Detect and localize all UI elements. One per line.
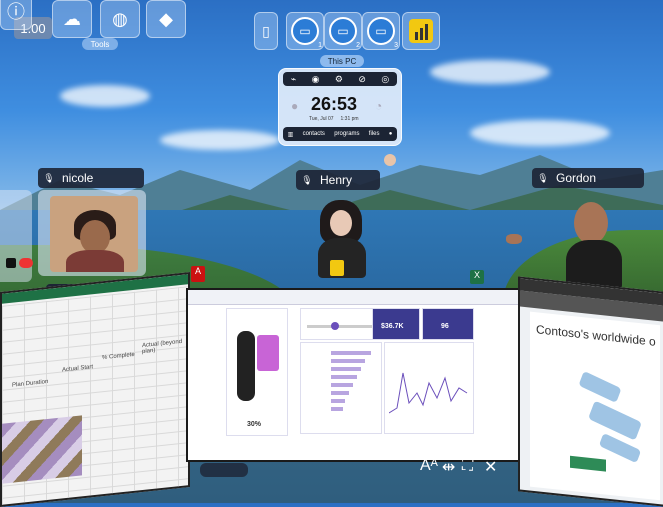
acrobat-icon[interactable]: A [191, 266, 205, 282]
avatar-silhouette-icon: ● [291, 99, 299, 113]
avatar-hand [384, 154, 396, 166]
powerpoint-window[interactable]: Contoso's worldwide o [518, 276, 663, 507]
excel-icon[interactable]: X [470, 270, 484, 284]
clock-panel: ⌁ ◉ ⚙ ⊘ ◎ ● 26:53 ◔ Tue, Jul 07 1:31 pm … [278, 68, 402, 146]
resize-horizontal-icon[interactable]: ⇹ [442, 457, 455, 477]
powerbi-titlebar [188, 290, 520, 305]
mic-icon: 🎙 [43, 172, 55, 183]
video-tile-nicole [38, 190, 146, 276]
launcher-bar: ▥ contacts programs files ● [283, 127, 397, 141]
product-image [237, 331, 255, 401]
cloud-icon[interactable]: ☁ [52, 0, 92, 38]
mic-icon: 🎙 [301, 174, 313, 185]
powerbi-icon[interactable] [330, 260, 344, 276]
product-image [257, 335, 279, 371]
kpi-card-revenue: $36.7K [372, 308, 420, 340]
powerbi-window[interactable]: 30% $36.7K 96 [186, 288, 522, 462]
monitor-icon: ▭ [291, 17, 319, 45]
mic-icon: 🎙 [537, 172, 549, 183]
toggle-icon[interactable] [19, 258, 33, 268]
basketball-icon[interactable]: ◍ [100, 0, 140, 38]
grid-icon[interactable]: ▥ [288, 131, 294, 138]
mic-off-icon[interactable]: ⊘ [358, 74, 366, 85]
cloud-shape [60, 85, 150, 107]
eye-off-icon[interactable]: ◎ [381, 74, 389, 85]
monitor-1-button[interactable]: ▭ 1 [286, 12, 324, 50]
line-chart-card [384, 342, 474, 434]
nametag-gordon: 🎙 Gordon [532, 168, 644, 188]
clock-date: Tue, Jul 07 1:31 pm [309, 116, 359, 122]
nametag-nicole: 🎙 nicole [38, 168, 144, 188]
tools-label[interactable]: Tools [82, 38, 118, 50]
gantt-bars [2, 415, 82, 484]
avatar-gordon-head [574, 202, 608, 244]
powerbi-button[interactable] [402, 12, 440, 50]
monitor-icon: ▭ [367, 17, 395, 45]
avatar-henry-face [330, 210, 352, 236]
profile-icon[interactable]: ● [389, 131, 393, 137]
slide: Contoso's worldwide o [530, 311, 660, 501]
kpi-card-count: 96 [422, 308, 474, 340]
avatar-hand [506, 234, 522, 244]
close-icon[interactable]: ✕ [484, 457, 497, 477]
vr-logo-icon[interactable]: ◆ [146, 0, 186, 38]
fullscreen-icon[interactable]: ⛶ [462, 457, 473, 475]
speaker-icon: ◔ [375, 99, 383, 113]
monitor-icon: ▭ [329, 17, 357, 45]
programs-button[interactable]: programs [334, 131, 359, 137]
wifi-off-icon[interactable]: ⌁ [291, 74, 296, 85]
files-button[interactable]: files [369, 131, 380, 137]
globe-icon[interactable]: ◉ [312, 74, 320, 85]
webcam-feed [50, 196, 138, 272]
info-icon[interactable]: ⓘ [0, 0, 32, 30]
slider-track[interactable] [307, 325, 377, 328]
this-pc-label: This PC [320, 55, 364, 67]
line-chart [389, 372, 468, 414]
call-controls [6, 258, 34, 270]
cloud-shape [430, 60, 550, 84]
excel-window[interactable]: Plan Duration Actual Start % Complete Ac… [0, 272, 190, 507]
monitor-2-button[interactable]: ▭ 2 [324, 12, 362, 50]
bar-list-card [300, 342, 382, 434]
quick-settings-bar: ⌁ ◉ ⚙ ⊘ ◎ [283, 72, 397, 86]
text-size-icon[interactable]: Aᴬ [420, 457, 438, 475]
slider-thumb[interactable] [331, 322, 339, 330]
clock-time: 26:53 [311, 94, 358, 114]
nametag-henry: 🎙 Henry [296, 170, 380, 190]
powerbi-icon [409, 19, 433, 43]
map-label [570, 455, 606, 472]
contacts-button[interactable]: contacts [303, 131, 325, 137]
product-card: 30% [226, 308, 288, 436]
handle-button[interactable] [200, 463, 248, 477]
settings-icon[interactable]: ⚙ [335, 74, 343, 85]
bottom-toolbar: Aᴬ ⇹ ⛶ ✕ [200, 455, 500, 503]
phone-icon[interactable]: ▯ [254, 12, 278, 50]
monitor-3-button[interactable]: ▭ 3 [362, 12, 400, 50]
camera-icon[interactable] [6, 258, 16, 268]
